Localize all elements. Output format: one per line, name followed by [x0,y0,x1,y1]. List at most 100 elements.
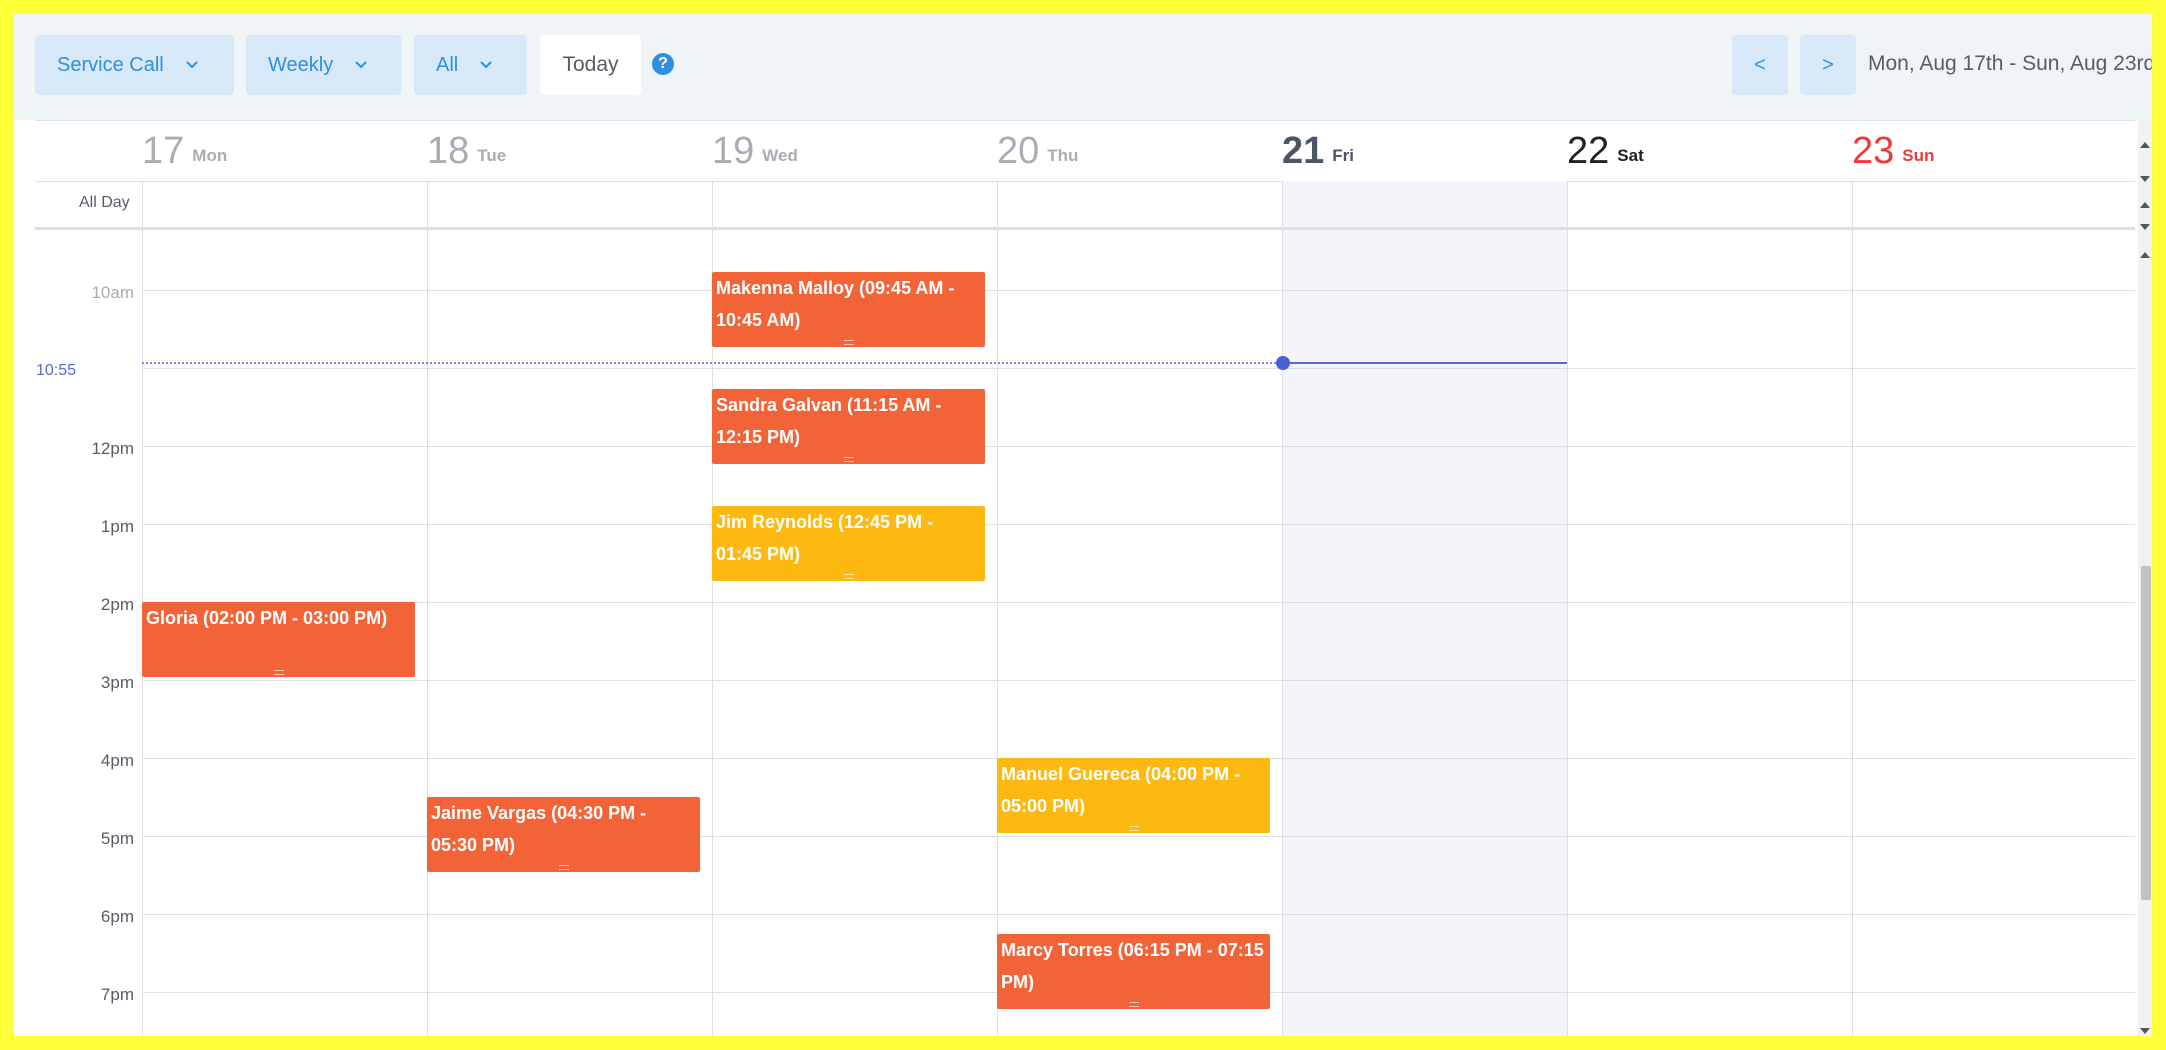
scroll-up-icon[interactable] [2140,202,2150,208]
hour-line [142,680,2135,681]
column-divider [712,181,713,227]
day-number: 19 [712,129,755,172]
day-number: 22 [1567,129,1610,172]
prev-week-button[interactable]: < [1732,35,1788,95]
chevron-down-icon [185,61,198,69]
event-sandra-galvan[interactable]: Sandra Galvan (11:15 AM - 12:15 PM) [712,389,985,464]
all-day-row[interactable]: All Day [35,181,2135,230]
day-header-sat[interactable]: 22 Sat [1567,121,1852,181]
day-header-fri[interactable]: 21 Fri [1282,121,1567,181]
current-time-label: 10:55 [36,362,77,379]
column-divider [1567,230,1568,1036]
column-divider [712,230,713,1036]
time-grid[interactable]: 10am 12pm 1pm 2pm 3pm 4pm 5pm 6pm 7pm 10… [35,230,2135,1036]
event-title: Manuel Guereca (04:00 PM - 05:00 PM) [1001,764,1241,816]
day-number: 23 [1852,129,1895,172]
resize-handle[interactable] [273,670,284,675]
type-filter-dropdown[interactable]: Service Call [35,35,234,95]
event-marcy-torres[interactable]: Marcy Torres (06:15 PM - 07:15 PM) [997,934,1270,1009]
time-label-6pm: 6pm [100,907,134,926]
scope-filter-label: All [436,53,459,76]
time-label-7pm: 7pm [100,985,134,1004]
day-header-thu[interactable]: 20 Thu [997,121,1282,181]
today-button[interactable]: Today [540,35,641,95]
column-divider [1282,230,1283,1036]
time-label-2pm: 2pm [100,595,134,614]
resize-handle[interactable] [843,574,854,579]
today-column-highlight [1282,230,1567,1036]
event-title: Makenna Malloy (09:45 AM - 10:45 AM) [716,278,955,330]
hour-line [142,524,2135,525]
event-title: Sandra Galvan (11:15 AM - 12:15 PM) [716,395,942,447]
resize-handle[interactable] [843,457,854,462]
type-filter-label: Service Call [57,53,164,76]
view-mode-label: Weekly [268,53,334,76]
column-divider [1852,181,1853,227]
time-label-4pm: 4pm [100,751,134,770]
hour-line [142,368,2135,369]
column-divider [427,230,428,1036]
event-gloria[interactable]: Gloria (02:00 PM - 03:00 PM) [142,602,415,677]
day-name: Sat [1617,146,1644,165]
day-header-sun[interactable]: 23 Sun [1852,121,2137,181]
scope-filter-dropdown[interactable]: All [414,35,527,95]
time-label-3pm: 3pm [100,673,134,692]
scroll-down-icon[interactable] [2140,224,2150,230]
day-name: Fri [1332,146,1355,165]
chevron-down-icon [480,61,492,69]
current-time-line-today [1282,362,1567,364]
chevron-down-icon [355,61,367,69]
current-time-line [142,362,1316,364]
day-name: Wed [762,146,798,165]
hour-line [142,290,2135,291]
hour-line [142,446,2135,447]
resize-handle[interactable] [558,865,569,870]
date-range-label: Mon, Aug 17th - Sun, Aug 23rd [1868,52,2152,75]
all-day-label: All Day [79,194,130,211]
column-divider [142,181,143,227]
event-jim-reynolds[interactable]: Jim Reynolds (12:45 PM - 01:45 PM) [712,506,985,581]
day-name: Thu [1047,146,1079,165]
view-mode-dropdown[interactable]: Weekly [246,35,401,95]
resize-handle[interactable] [1128,826,1139,831]
hour-line [142,602,2135,603]
time-label-1pm: 1pm [100,517,134,536]
event-title: Jaime Vargas (04:30 PM - 05:30 PM) [431,803,647,855]
vertical-scrollbar[interactable] [2138,120,2152,1036]
event-jaime-vargas[interactable]: Jaime Vargas (04:30 PM - 05:30 PM) [427,797,700,872]
column-divider [1282,181,1283,227]
scroll-up-icon[interactable] [2140,252,2150,258]
column-divider [997,181,998,227]
day-header-tue[interactable]: 18 Tue [427,121,712,181]
day-name: Mon [192,146,228,165]
event-title: Jim Reynolds (12:45 PM - 01:45 PM) [716,512,934,564]
toolbar: Service Call Weekly All Today ? < > Mon,… [14,14,2152,120]
resize-handle[interactable] [1128,1002,1139,1007]
scrollbar-thumb[interactable] [2141,566,2151,900]
time-label-10am: 10am [91,283,134,302]
event-title: Gloria (02:00 PM - 03:00 PM) [146,608,388,628]
time-label-5pm: 5pm [100,829,134,848]
day-name: Sun [1902,146,1935,165]
column-divider [997,230,998,1036]
hour-line [142,914,2135,915]
day-number: 21 [1282,129,1325,172]
day-number: 17 [142,129,185,172]
current-time-marker [1276,356,1290,370]
day-header-row: 17 Mon 18 Tue 19 Wed 20 Thu 21 Fri 22 Sa… [35,120,2135,182]
column-divider [1852,230,1853,1036]
day-header-mon[interactable]: 17 Mon [142,121,427,181]
event-makenna-malloy[interactable]: Makenna Malloy (09:45 AM - 10:45 AM) [712,272,985,347]
day-header-wed[interactable]: 19 Wed [712,121,997,181]
resize-handle[interactable] [843,340,854,345]
column-divider [427,181,428,227]
next-week-button[interactable]: > [1800,35,1856,95]
calendar-app: Service Call Weekly All Today ? < > Mon,… [14,14,2152,1036]
event-title: Marcy Torres (06:15 PM - 07:15 PM) [1001,940,1264,992]
day-name: Tue [477,146,507,165]
scroll-up-icon[interactable] [2140,142,2150,148]
scroll-down-icon[interactable] [2140,1028,2150,1034]
event-manuel-guereca[interactable]: Manuel Guereca (04:00 PM - 05:00 PM) [997,758,1270,833]
help-icon[interactable]: ? [652,53,674,75]
scroll-down-icon[interactable] [2140,176,2150,182]
